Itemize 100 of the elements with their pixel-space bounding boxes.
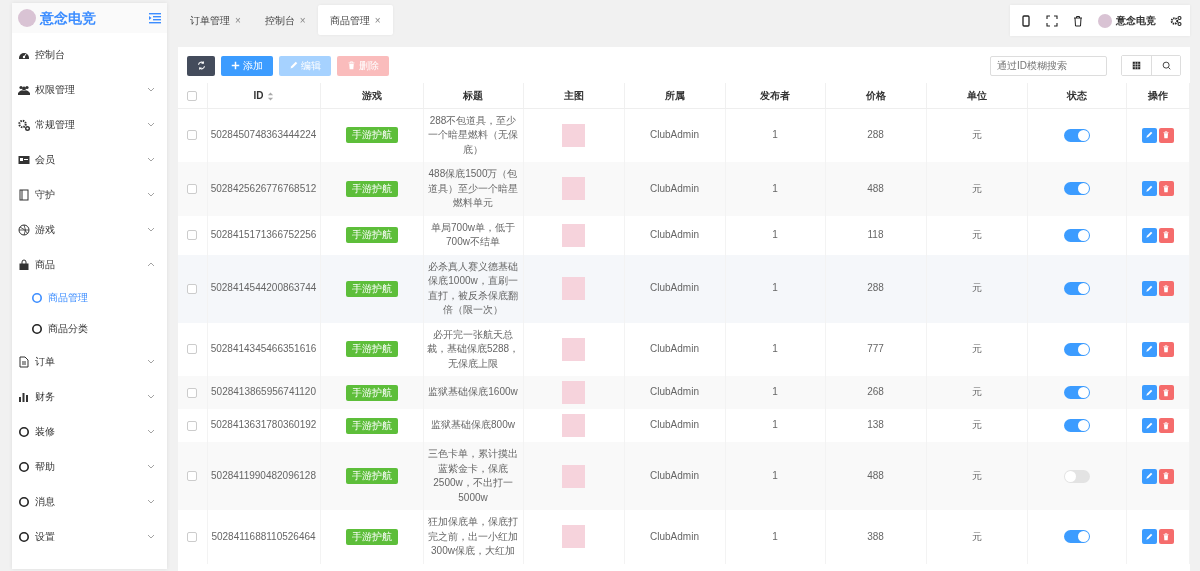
- status-switch[interactable]: [1063, 469, 1090, 483]
- unit-text: 元: [971, 282, 982, 294]
- status-switch[interactable]: [1063, 342, 1090, 356]
- user-name[interactable]: 意念电竞: [1116, 13, 1156, 28]
- edit-button[interactable]: [1141, 385, 1157, 400]
- row-checkbox[interactable]: [187, 344, 198, 355]
- photo-placeholder: [562, 223, 585, 247]
- select-all-checkbox[interactable]: [187, 91, 198, 102]
- edit-button[interactable]: [1141, 181, 1157, 197]
- delete-button[interactable]: [1158, 281, 1174, 296]
- sidebar-item[interactable]: 权限管理: [12, 72, 167, 107]
- publisher-text: 1: [772, 228, 778, 240]
- edit-button[interactable]: [1141, 468, 1157, 484]
- row-checkbox[interactable]: [187, 531, 198, 542]
- photo-placeholder: [562, 464, 585, 488]
- sidebar-item[interactable]: 控制台: [12, 37, 167, 72]
- tab[interactable]: 商品管理 ×: [317, 5, 393, 35]
- id-text: 5028411990482096128: [211, 469, 316, 481]
- unit-text: 元: [971, 469, 982, 481]
- game-tag: 手游护航: [345, 227, 398, 243]
- id-card-icon: [18, 153, 30, 166]
- unit-text: 元: [971, 386, 982, 398]
- gears-icon: [18, 118, 30, 131]
- column-header[interactable]: 状态: [1066, 89, 1087, 101]
- circle-icon: [18, 530, 30, 543]
- status-switch[interactable]: [1063, 128, 1090, 142]
- delete-button[interactable]: [1158, 127, 1174, 143]
- sidebar-item[interactable]: 消息: [12, 484, 167, 519]
- edit-button[interactable]: [1141, 281, 1157, 296]
- column-header[interactable]: 价格: [865, 89, 886, 101]
- title-text: 监狱基础保底800w: [431, 419, 515, 431]
- sidebar-item[interactable]: 商品: [12, 247, 167, 282]
- row-checkbox[interactable]: [187, 183, 198, 194]
- title-text: 必杀真人赛义德基础保底1000w，直刷一直打，被反杀保底翻倍（限一次）: [428, 260, 518, 315]
- photo-placeholder: [562, 414, 585, 437]
- row-checkbox[interactable]: [187, 230, 198, 241]
- row-checkbox[interactable]: [187, 283, 198, 294]
- price-text: 138: [867, 419, 884, 431]
- photo-placeholder: [562, 381, 585, 404]
- status-switch[interactable]: [1063, 228, 1090, 242]
- delete-button[interactable]: [1158, 385, 1174, 400]
- sidebar-item[interactable]: 订单: [12, 344, 167, 379]
- sidebar-subitem[interactable]: 商品管理: [12, 282, 167, 313]
- grid-icon: [1132, 61, 1141, 70]
- sidebar-item[interactable]: 财务: [12, 379, 167, 414]
- game-tag: 手游护航: [345, 280, 398, 297]
- trash-icon: [1162, 472, 1171, 480]
- column-header[interactable]: 游戏: [361, 89, 382, 101]
- file-icon: [18, 355, 30, 368]
- row-checkbox[interactable]: [187, 471, 198, 482]
- status-switch[interactable]: [1063, 419, 1090, 433]
- delete-button[interactable]: [1158, 227, 1174, 243]
- delete-button[interactable]: [1158, 181, 1174, 197]
- search-field[interactable]: 通过ID模糊搜索: [990, 55, 1107, 76]
- ball-icon: [18, 223, 30, 236]
- status-switch[interactable]: [1063, 282, 1090, 296]
- column-header[interactable]: 所属: [664, 89, 685, 101]
- trash-icon: [1162, 388, 1171, 397]
- edit-button[interactable]: [1141, 227, 1157, 243]
- column-header[interactable]: 单位: [966, 89, 987, 101]
- edit-button[interactable]: [1141, 418, 1157, 433]
- row-checkbox[interactable]: [187, 387, 198, 398]
- row-checkbox[interactable]: [187, 130, 198, 141]
- column-header[interactable]: 发布者: [760, 89, 790, 101]
- sidebar-item[interactable]: 设置: [12, 519, 167, 554]
- price-text: 288: [867, 282, 884, 294]
- owner-text: ClubAdmin: [650, 386, 699, 398]
- row-checkbox[interactable]: [187, 420, 198, 431]
- delete-button[interactable]: [1158, 418, 1174, 433]
- delete-button[interactable]: [1158, 341, 1174, 357]
- column-header[interactable]: 操作: [1147, 89, 1168, 101]
- game-tag: 手游护航: [345, 468, 398, 484]
- edit-button[interactable]: [1141, 529, 1157, 545]
- delete-button[interactable]: [1158, 529, 1174, 545]
- game-tag: 手游护航: [345, 341, 398, 358]
- column-header[interactable]: ID: [253, 89, 264, 101]
- sidebar-item[interactable]: 守护: [12, 177, 167, 212]
- status-switch[interactable]: [1063, 530, 1090, 544]
- logo-text: 意念电竞: [40, 8, 97, 28]
- edit-button[interactable]: [1141, 127, 1157, 143]
- delete-button[interactable]: [1158, 468, 1174, 484]
- id-text: 5028414345466351616: [210, 343, 317, 354]
- sidebar-item[interactable]: 装修: [12, 414, 167, 449]
- sidebar-item[interactable]: 游戏: [12, 212, 167, 247]
- tab[interactable]: 控制台 ×: [252, 5, 318, 35]
- sidebar-item[interactable]: 帮助: [12, 449, 167, 484]
- column-header[interactable]: 标题: [463, 89, 483, 101]
- book-icon: [18, 188, 30, 201]
- id-text: 5028450748363444224: [210, 129, 317, 140]
- search-button[interactable]: [1151, 56, 1180, 75]
- sidebar-subitem[interactable]: 商品分类: [12, 313, 167, 344]
- status-switch[interactable]: [1063, 386, 1090, 400]
- sidebar-item[interactable]: 会员: [12, 142, 167, 177]
- sidebar-item[interactable]: 常规管理: [12, 107, 167, 142]
- refresh-button[interactable]: [187, 55, 215, 76]
- status-switch[interactable]: [1063, 182, 1090, 196]
- column-header[interactable]: 主图: [563, 89, 584, 101]
- tab[interactable]: 订单管理 ×: [178, 5, 253, 35]
- bar-chart-icon: [18, 390, 30, 403]
- edit-button[interactable]: [1141, 341, 1157, 357]
